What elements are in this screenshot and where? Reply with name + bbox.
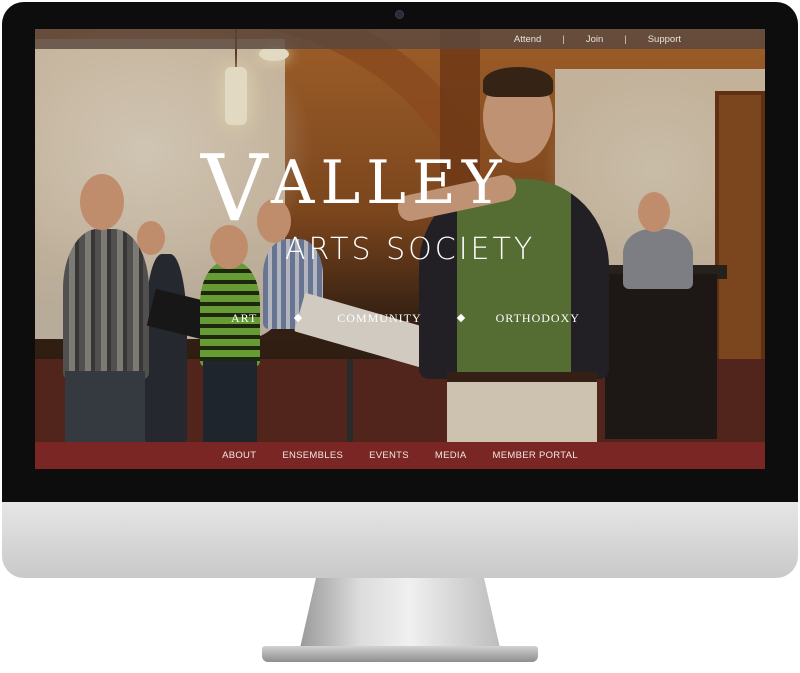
logo-title: ALLEY [271,148,508,218]
monitor-stand [300,578,500,648]
nav-link-media[interactable]: MEDIA [435,450,467,461]
logo-initial: V [201,135,267,242]
site-logo[interactable]: V ALLEY ARTS SOCIETY [201,143,621,277]
monitor-chin [2,502,798,578]
nav-separator: | [562,33,565,45]
nav-link-support[interactable]: Support [648,34,681,45]
tagline: ART COMMUNITY ORTHODOXY [231,310,611,326]
tagline-item: ART [231,310,258,325]
monitor-stand-base [262,646,538,662]
website-screen: Attend | Join | Support V ALLEY ARTS SOC… [35,29,765,469]
diamond-icon [294,313,303,323]
logo-subtitle: ARTS SOCIETY [285,232,536,267]
top-nav: Attend | Join | Support [35,29,765,49]
nav-link-join[interactable]: Join [586,34,603,45]
nav-link-member-portal[interactable]: MEMBER PORTAL [493,450,578,461]
tagline-item: ORTHODOXY [495,310,580,325]
nav-link-about[interactable]: ABOUT [222,450,256,461]
nav-separator: | [624,33,627,45]
nav-link-ensembles[interactable]: ENSEMBLES [282,450,343,461]
main-nav: ABOUT ENSEMBLES EVENTS MEDIA MEMBER PORT… [35,442,765,469]
diamond-icon [456,313,465,323]
tagline-item: COMMUNITY [337,310,422,325]
nav-link-events[interactable]: EVENTS [369,450,409,461]
nav-link-attend[interactable]: Attend [514,34,541,45]
webcam-icon [395,10,404,19]
